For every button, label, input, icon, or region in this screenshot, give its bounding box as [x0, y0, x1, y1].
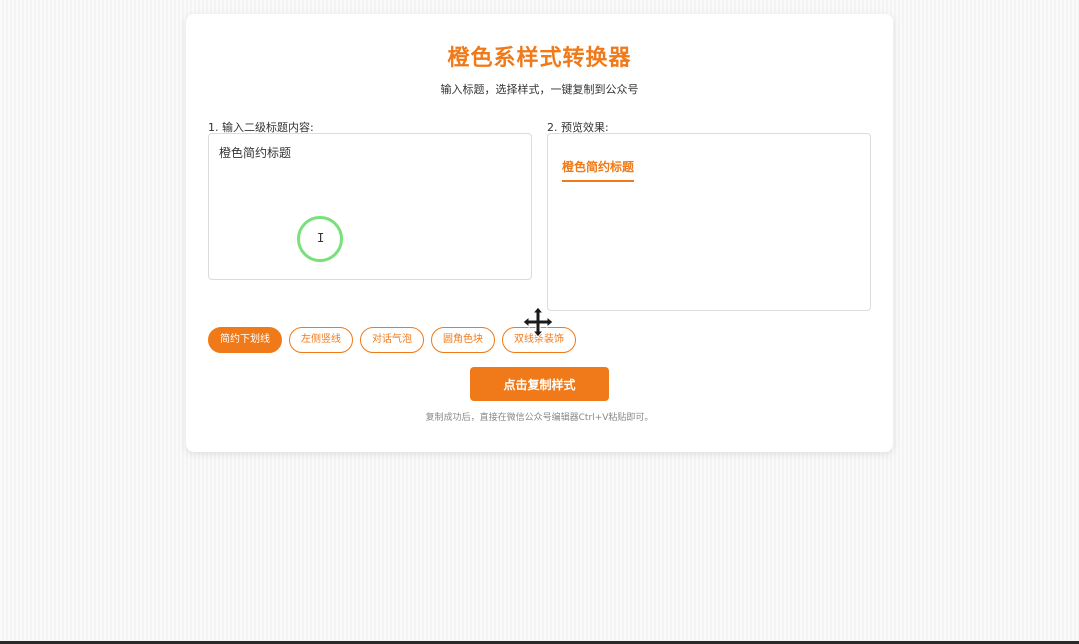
- style-option-underline[interactable]: 简约下划线: [208, 327, 282, 353]
- style-options: 简约下划线 左侧竖线 对话气泡 圆角色块 双线条装饰: [208, 327, 576, 353]
- preview-heading: 橙色简约标题: [562, 158, 635, 182]
- heading-input[interactable]: [208, 133, 532, 280]
- text-cursor-icon: I: [317, 231, 325, 245]
- move-cursor-icon: [522, 306, 554, 338]
- style-option-rounded-block[interactable]: 圆角色块: [431, 327, 495, 353]
- style-option-left-bar[interactable]: 左侧竖线: [289, 327, 353, 353]
- page-subtitle: 输入标题，选择样式，一键复制到公众号: [440, 83, 639, 96]
- style-option-bubble[interactable]: 对话气泡: [360, 327, 424, 353]
- page-title: 橙色系样式转换器: [447, 46, 632, 71]
- copy-style-button[interactable]: 点击复制样式: [470, 367, 609, 401]
- preview-panel: 橙色简约标题: [547, 133, 871, 311]
- page: 橙色系样式转换器 输入标题，选择样式，一键复制到公众号 1. 输入二级标题内容:…: [0, 0, 1079, 644]
- converter-card: 橙色系样式转换器 输入标题，选择样式，一键复制到公众号 1. 输入二级标题内容:…: [186, 14, 893, 452]
- copy-hint: 复制成功后，直接在微信公众号编辑器Ctrl+V粘贴即可。: [425, 413, 654, 423]
